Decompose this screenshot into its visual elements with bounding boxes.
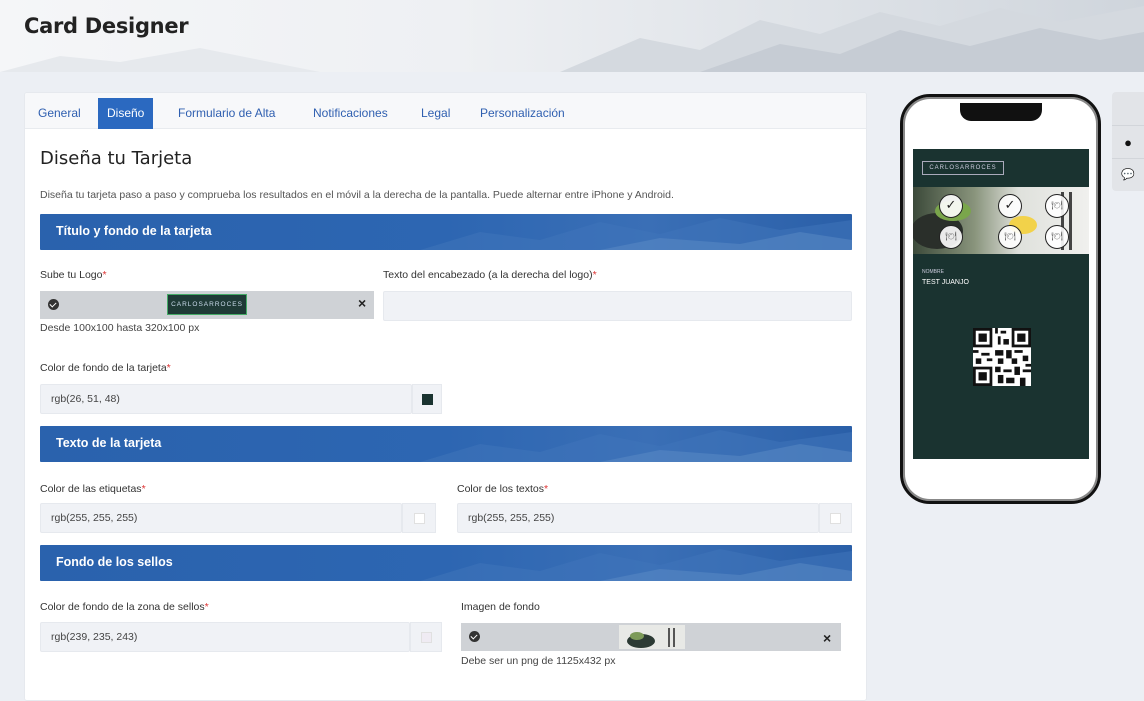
header-text-label: Texto del encabezado (a la derecha del l… <box>383 269 597 281</box>
stamp-filled: ✓ <box>998 194 1022 218</box>
card-logo: CARLOSARROCES <box>922 161 1004 175</box>
section-title: Título y fondo de la tarjeta <box>56 224 212 238</box>
card-name-label: NOMBRE <box>922 269 944 275</box>
section-header-stamps-bg: Fondo de los sellos <box>40 545 852 581</box>
labels-color-label: Color de las etiquetas* <box>40 483 146 495</box>
bg-image-hint: Debe ser un png de 1125x432 px <box>461 655 616 667</box>
section-header-title-bg: Título y fondo de la tarjeta <box>40 214 852 250</box>
remove-bg-image-icon[interactable]: × <box>823 630 831 646</box>
texts-color-label: Color de los textos* <box>457 483 549 495</box>
page-title: Diseña tu Tarjeta <box>40 148 193 169</box>
tab-legal[interactable]: Legal <box>412 98 459 129</box>
stamp-empty: 🍽 <box>998 225 1022 249</box>
stamps-zone-color-swatch[interactable] <box>410 622 442 652</box>
stamp-empty: 🍽 <box>1045 194 1069 218</box>
page-header: Card Designer <box>0 0 1144 72</box>
page-description: Diseña tu tarjeta paso a paso y comprueb… <box>40 189 674 201</box>
stamp-empty: 🍽 <box>1045 225 1069 249</box>
stamp-empty: 🍽 <box>939 225 963 249</box>
logo-hint: Desde 100x100 hasta 320x100 px <box>40 322 200 334</box>
labels-color-input[interactable]: rgb(255, 255, 255) <box>40 503 402 533</box>
tab-formulario-alta[interactable]: Formulario de Alta <box>169 98 284 129</box>
card-name-value: TEST JUANJO <box>922 279 969 286</box>
section-header-card-text: Texto de la tarjeta <box>40 426 852 462</box>
card-preview: CARLOSARROCES ✓ ✓ 🍽 🍽 🍽 🍽 NOMBRE TEST JU… <box>913 149 1089 459</box>
section-title: Fondo de los sellos <box>56 555 173 569</box>
tab-notificaciones[interactable]: Notificaciones <box>304 98 397 129</box>
device-switcher: ● 💬 <box>1112 92 1144 191</box>
bg-image-upload-field[interactable]: × <box>461 623 841 651</box>
designer-panel: General Diseño Formulario de Alta Notifi… <box>24 92 867 701</box>
check-circle-icon <box>469 631 480 642</box>
bg-color-label: Color de fondo de la tarjeta* <box>40 362 171 374</box>
apple-icon[interactable] <box>1112 92 1144 125</box>
phone-screen: CARLOSARROCES ✓ ✓ 🍽 🍽 🍽 🍽 NOMBRE TEST JU… <box>909 103 1092 495</box>
check-circle-icon <box>48 299 59 310</box>
app-title: Card Designer <box>24 14 189 38</box>
bg-color-input[interactable]: rgb(26, 51, 48) <box>40 384 412 414</box>
tab-general[interactable]: General <box>29 98 90 129</box>
logo-upload-label: Sube tu Logo* <box>40 269 107 281</box>
texts-color-input[interactable]: rgb(255, 255, 255) <box>457 503 819 533</box>
remove-logo-icon[interactable]: × <box>358 295 366 311</box>
tab-bar: General Diseño Formulario de Alta Notifi… <box>25 93 866 129</box>
header-text-input[interactable] <box>383 291 852 321</box>
labels-color-swatch[interactable] <box>402 503 436 533</box>
stamps-zone-color-input[interactable]: rgb(239, 235, 243) <box>40 622 410 652</box>
phone-notch <box>960 103 1042 121</box>
logo-thumbnail: CARLOSARROCES <box>167 294 247 315</box>
stamp-filled: ✓ <box>939 194 963 218</box>
bg-color-swatch[interactable] <box>412 384 442 414</box>
bg-image-label: Imagen de fondo <box>461 601 540 613</box>
chat-icon[interactable]: 💬 <box>1112 158 1144 191</box>
stamps-zone-color-label: Color de fondo de la zona de sellos* <box>40 601 209 613</box>
phone-preview: CARLOSARROCES ✓ ✓ 🍽 🍽 🍽 🍽 NOMBRE TEST JU… <box>900 94 1101 504</box>
tab-personalizacion[interactable]: Personalización <box>471 98 574 129</box>
section-title: Texto de la tarjeta <box>56 436 162 450</box>
bg-image-thumbnail <box>619 625 685 649</box>
android-icon[interactable]: ● <box>1112 125 1144 158</box>
tab-diseno[interactable]: Diseño <box>98 98 154 129</box>
texts-color-swatch[interactable] <box>819 503 852 533</box>
stamps-area: ✓ ✓ 🍽 🍽 🍽 🍽 <box>913 187 1089 254</box>
qr-code <box>973 328 1031 386</box>
logo-upload-field[interactable]: CARLOSARROCES × <box>40 291 374 319</box>
